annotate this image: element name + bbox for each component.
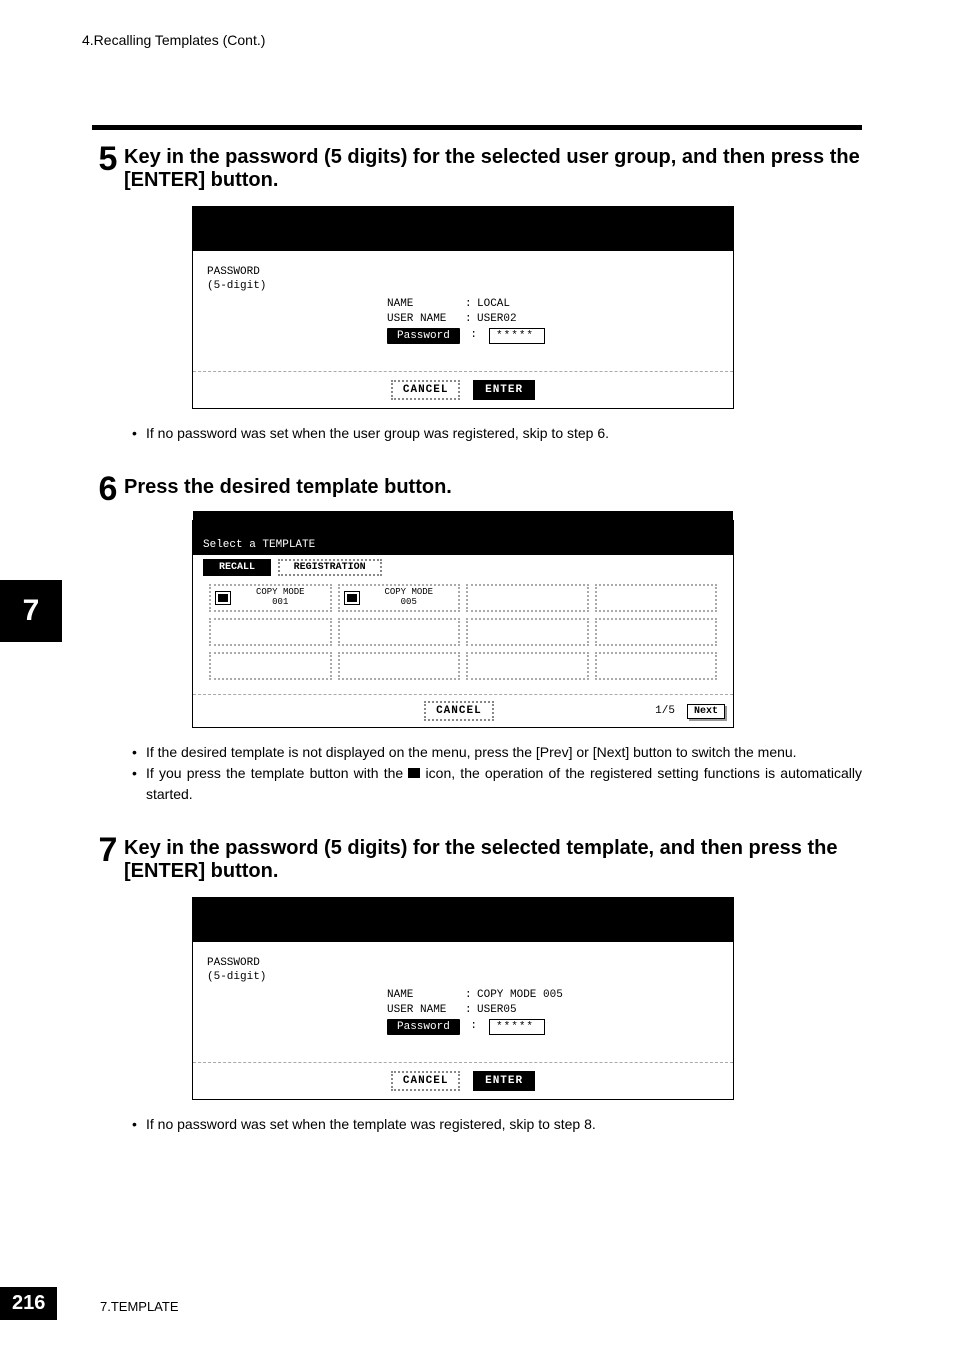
step5-note: If no password was set when the user gro… xyxy=(132,423,862,444)
step-instruction: Press the desired template button. xyxy=(124,472,862,499)
password-input[interactable]: ***** xyxy=(489,328,545,344)
template-slot-empty[interactable] xyxy=(209,652,332,680)
page-header: 4.Recalling Templates (Cont.) xyxy=(0,0,954,95)
cancel-button[interactable]: CANCEL xyxy=(391,380,461,400)
password-row: Password : ***** xyxy=(387,1019,719,1035)
page-number: 216 xyxy=(0,1287,57,1320)
step-5: 5 Key in the password (5 digits) for the… xyxy=(92,142,862,192)
name-row: NAME:COPY MODE 005 xyxy=(387,989,719,1001)
step-instruction: Key in the password (5 digits) for the s… xyxy=(124,142,862,192)
template-slot-empty[interactable] xyxy=(595,584,718,612)
template-select-screen: Select a TEMPLATE RECALL REGISTRATION CO… xyxy=(192,520,734,728)
step-number: 6 xyxy=(92,472,124,506)
step6-note-2: If you press the template button with th… xyxy=(132,763,862,805)
template-slot-empty[interactable] xyxy=(338,652,461,680)
pager-indicator: 1/5 xyxy=(655,705,675,717)
enter-button[interactable]: ENTER xyxy=(473,380,535,400)
password-input[interactable]: ***** xyxy=(489,1019,545,1035)
section-title: 4.Recalling Templates (Cont.) xyxy=(82,32,265,48)
step-number: 7 xyxy=(92,833,124,867)
step-6: 6 Press the desired template button. xyxy=(92,472,862,506)
step-instruction: Key in the password (5 digits) for the s… xyxy=(124,833,862,883)
step6-note-1: If the desired template is not displayed… xyxy=(132,742,862,763)
rule-divider xyxy=(92,125,862,130)
next-button[interactable]: Next xyxy=(687,704,725,719)
step7-note: If no password was set when the template… xyxy=(132,1114,862,1135)
template-icon xyxy=(344,591,360,605)
template-slot-empty[interactable] xyxy=(595,618,718,646)
cancel-button[interactable]: CANCEL xyxy=(424,701,494,721)
step-number: 5 xyxy=(92,142,124,176)
password-heading: PASSWORD (5-digit) xyxy=(207,956,719,985)
name-row: NAME:LOCAL xyxy=(387,298,719,310)
tab-recall[interactable]: RECALL xyxy=(203,559,271,576)
password-screen-template: PASSWORD (5-digit) NAME:COPY MODE 005 US… xyxy=(192,897,734,1100)
enter-button[interactable]: ENTER xyxy=(473,1071,535,1091)
username-row: USER NAME:USER05 xyxy=(387,1004,719,1016)
template-slot-empty[interactable] xyxy=(595,652,718,680)
template-slot[interactable]: COPY MODE001 xyxy=(209,584,332,612)
screen-titlebar xyxy=(193,207,733,251)
template-slot-empty[interactable] xyxy=(338,618,461,646)
tab-registration[interactable]: REGISTRATION xyxy=(278,559,382,576)
footer-chapter: 7.TEMPLATE xyxy=(100,1299,179,1314)
screen-title: Select a TEMPLATE xyxy=(193,511,733,555)
template-icon xyxy=(215,591,231,605)
chapter-side-tab: 7 xyxy=(0,580,62,642)
password-screen-group: PASSWORD (5-digit) NAME:LOCAL USER NAME:… xyxy=(192,206,734,409)
template-grid: COPY MODE001 COPY MODE005 xyxy=(203,578,723,686)
password-label-pill: Password xyxy=(387,328,460,344)
template-slot-empty[interactable] xyxy=(466,584,589,612)
cancel-button[interactable]: CANCEL xyxy=(391,1071,461,1091)
password-heading: PASSWORD (5-digit) xyxy=(207,265,719,294)
step-7: 7 Key in the password (5 digits) for the… xyxy=(92,833,862,883)
autostart-icon xyxy=(408,768,420,778)
template-slot-empty[interactable] xyxy=(466,652,589,680)
password-row: Password : ***** xyxy=(387,328,719,344)
template-slot-empty[interactable] xyxy=(209,618,332,646)
template-slot-empty[interactable] xyxy=(466,618,589,646)
template-slot[interactable]: COPY MODE005 xyxy=(338,584,461,612)
password-label-pill: Password xyxy=(387,1019,460,1035)
screen-titlebar xyxy=(193,898,733,942)
username-row: USER NAME:USER02 xyxy=(387,313,719,325)
